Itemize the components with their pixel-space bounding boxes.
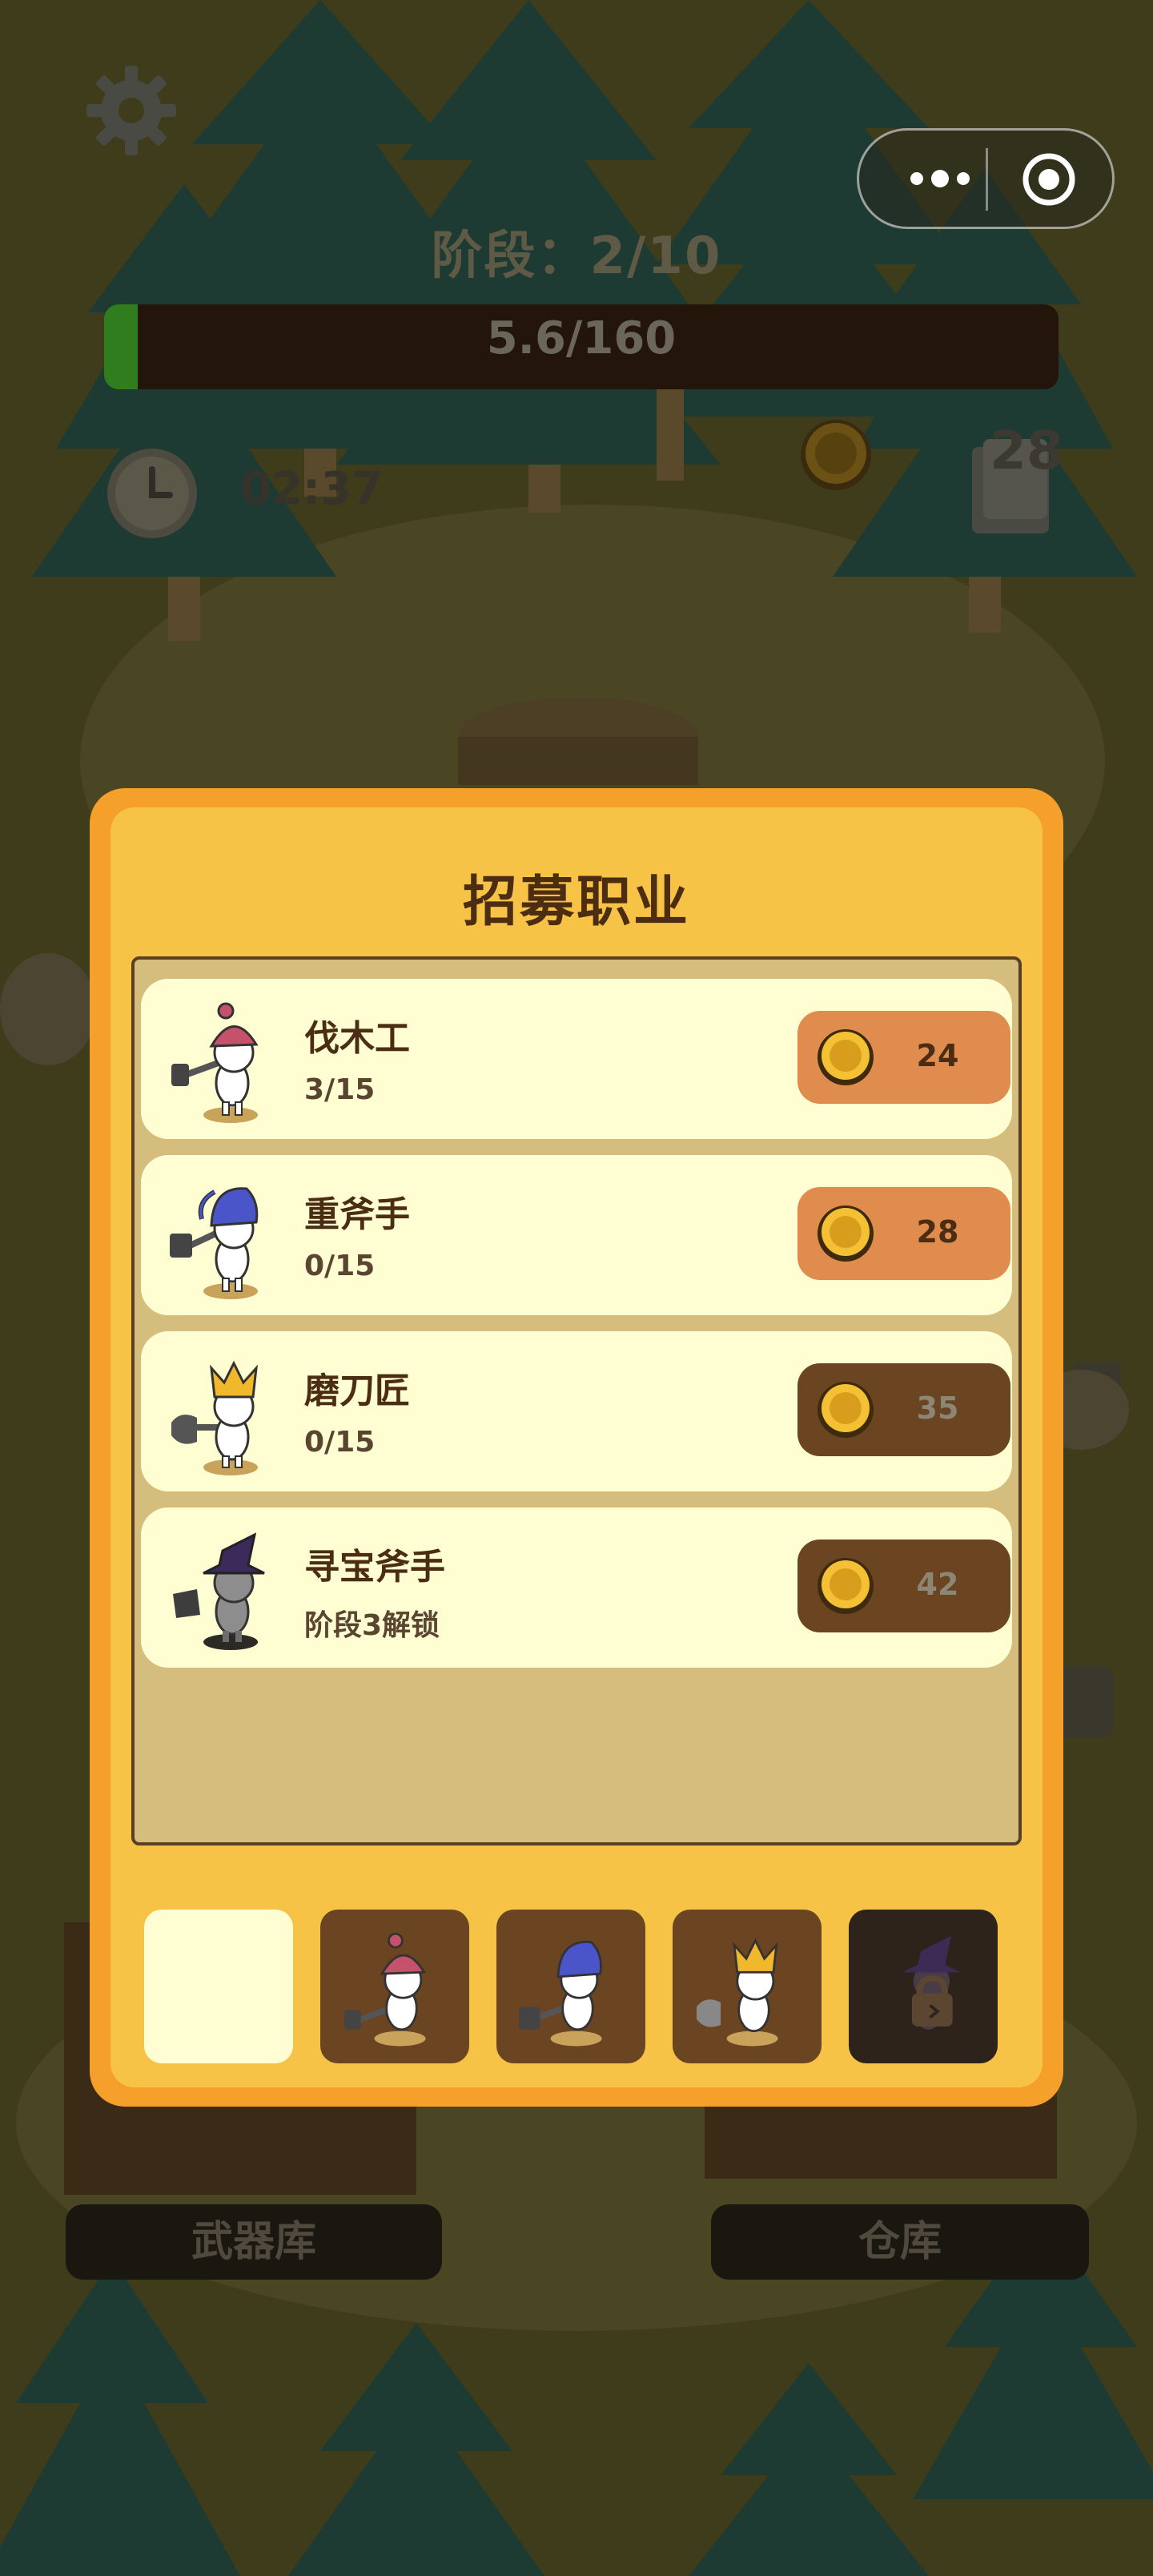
coin-icon: [801, 420, 871, 490]
progress-text: 5.6/160: [486, 312, 677, 364]
resource-count: 28: [990, 420, 1063, 481]
profession-row-heavy-axe: 重斧手 0/15 28: [141, 1155, 1012, 1315]
coin-icon: [818, 1029, 874, 1085]
recruit-treasure-axe-button[interactable]: 42: [797, 1540, 1010, 1632]
sharpener-crown-icon: [171, 1360, 259, 1475]
profession-name: 伐木工: [304, 1018, 410, 1059]
slot-lumberjack[interactable]: [320, 1910, 469, 2063]
recruit-modal-body: 招募职业 伐木工 3/15 24 重斧手 0/15 28 磨刀匠 0/15 35…: [110, 807, 1043, 2087]
coin-icon: [818, 1382, 874, 1438]
lumberjack-red-hat-icon: [343, 1932, 427, 2047]
capsule-divider: [986, 148, 988, 211]
profession-name: 重斧手: [304, 1194, 410, 1235]
coin-icon: [818, 1558, 874, 1614]
more-dots-icon[interactable]: [888, 153, 992, 204]
modal-title: 招募职业: [462, 871, 690, 934]
recruit-lumberjack-button[interactable]: 24: [797, 1011, 1010, 1104]
armory-button[interactable]: 武器库: [66, 2204, 442, 2280]
warehouse-button[interactable]: 仓库: [711, 2204, 1089, 2280]
profession-row-treasure-axe: 寻宝斧手 阶段3解锁 42: [141, 1507, 1012, 1668]
recruit-heavy-axe-button[interactable]: 28: [797, 1187, 1010, 1280]
sharpener-crown-icon: [696, 1938, 778, 2047]
profession-row-sharpener: 磨刀匠 0/15 35: [141, 1331, 1012, 1491]
profession-list: 伐木工 3/15 24 重斧手 0/15 28 磨刀匠 0/15 35 寻宝斧手…: [131, 956, 1022, 1845]
slot-sharpener[interactable]: [673, 1910, 822, 2063]
profession-name: 寻宝斧手: [304, 1547, 445, 1588]
profession-count: 0/15: [304, 1250, 376, 1282]
price-label: 35: [916, 1391, 959, 1426]
round-timer: 02:37: [240, 463, 384, 515]
profession-count: 0/15: [304, 1426, 376, 1459]
heavy-axe-blue-hat-icon: [519, 1940, 602, 2047]
slot-locked[interactable]: [849, 1910, 998, 2063]
miniapp-capsule: [857, 128, 1115, 229]
locked-witch-hat-icon: [902, 1936, 961, 2030]
profession-row-lumberjack: 伐木工 3/15 24: [141, 979, 1012, 1139]
price-label: 24: [916, 1038, 959, 1073]
coin-icon: [818, 1205, 874, 1262]
unlock-requirement: 阶段3解锁: [304, 1609, 440, 1642]
recruit-modal: 招募职业 伐木工 3/15 24 重斧手 0/15 28 磨刀匠 0/15 35…: [90, 788, 1063, 2107]
heavy-axe-blue-hat-icon: [170, 1187, 259, 1299]
lumberjack-red-hat-icon: [171, 1002, 259, 1123]
treasure-axe-witch-hat-icon: [173, 1532, 265, 1650]
settings-gear-icon[interactable]: [83, 62, 179, 159]
target-icon[interactable]: [1021, 151, 1077, 207]
slot-empty[interactable]: [144, 1910, 293, 2063]
slot-heavy-axe[interactable]: [496, 1910, 645, 2063]
recruit-slot-bar: [144, 1910, 1017, 2063]
stage-label: 阶段：2/10: [431, 227, 722, 286]
price-label: 42: [916, 1567, 959, 1602]
price-label: 28: [916, 1214, 959, 1250]
recruit-sharpener-button[interactable]: 35: [797, 1363, 1010, 1456]
profession-name: 磨刀匠: [304, 1371, 410, 1411]
clock-icon: [107, 449, 197, 538]
profession-count: 3/15: [304, 1073, 376, 1106]
